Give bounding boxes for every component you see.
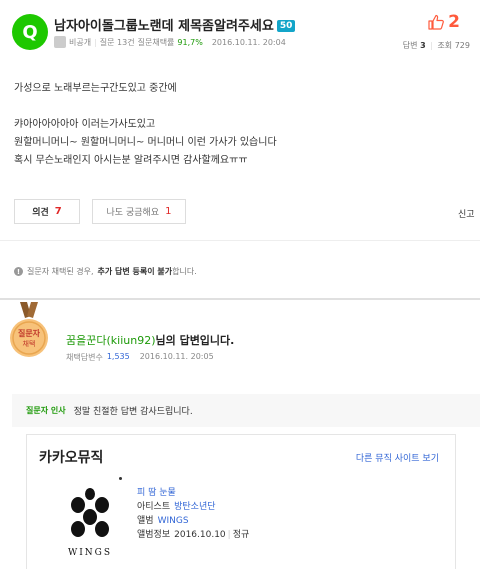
- body-line: 캬아아아아아아 이러는가사도있고: [14, 119, 156, 130]
- views-count: 729: [454, 41, 470, 50]
- album-info-label: 앨범정보: [137, 530, 171, 540]
- adopted-count-label: 채택답변수: [66, 353, 103, 362]
- body-line: [14, 98, 277, 116]
- question-count: 질문 13건: [99, 37, 135, 47]
- bullet: [119, 477, 122, 480]
- body-line: 혹시 무슨노래인지 아시는분 알려주시면 감사할께요ㅠㅠ: [14, 155, 248, 166]
- thumbs-up-icon: [428, 14, 445, 30]
- body-line: 가성으로 노래부르는구간도있고 중간에: [14, 83, 177, 94]
- medal-line2: 채택: [23, 339, 36, 348]
- opinion-label: 의견: [32, 208, 49, 218]
- answer-author-name[interactable]: 꿈을꾼다(kiiun92): [66, 334, 156, 347]
- track-info: 피 땀 눈물 아티스트 방탄소년단 앨범 WINGS 앨범정보 2016.10.10 |…: [137, 486, 249, 542]
- notice-bold: 추가 답변 등록이 불가: [97, 267, 173, 276]
- me-too-button[interactable]: 나도 궁금해요 1: [92, 199, 186, 224]
- points-badge: 50: [276, 20, 296, 32]
- other-music-site-link[interactable]: 다른 뮤직 사이트 보기: [356, 451, 439, 464]
- artist-link[interactable]: 방탄소년단: [174, 502, 215, 512]
- song-title[interactable]: 피 땀 눈물: [137, 488, 176, 498]
- question-actions: 의견 7 나도 궁금해요 1: [14, 199, 186, 224]
- info-icon: !: [14, 267, 23, 276]
- adoption-label: 질문채택률: [137, 37, 175, 47]
- album-cover[interactable]: WINGS: [57, 483, 123, 561]
- avatar: [54, 36, 66, 48]
- adopted-count: 1,535: [106, 352, 130, 361]
- answer-meta: 채택답변수 1,535 2016.10.11. 20:05: [66, 352, 214, 363]
- answers-count: 3: [420, 41, 426, 50]
- asker-thanks: 질문자 인사 정말 친절한 답변 감사드립니다.: [12, 394, 480, 427]
- question-title-text: 남자아이돌그룹노랜데 제목좀알려주세요: [54, 19, 274, 34]
- like-count: 2: [448, 12, 460, 32]
- adopted-medal-icon: 질문자 채택: [10, 302, 48, 357]
- like-button[interactable]: 2: [428, 12, 460, 32]
- answer-section-divider: [0, 298, 480, 300]
- me-too-label: 나도 궁금해요: [106, 208, 160, 218]
- question-badge: Q: [12, 14, 48, 50]
- kakao-music-card: 카카오뮤직 다른 뮤직 사이트 보기 WINGS 피 땀 눈물 아티스트 방탄소년…: [26, 434, 456, 569]
- notice-prefix: 질문자 채택된 경우,: [27, 267, 94, 276]
- opinion-button[interactable]: 의견 7: [14, 199, 80, 224]
- question-meta: 비공개 | 질문 13건 질문채택률 91,7% 2016.10.11. 20:…: [54, 36, 286, 48]
- music-service-title: 카카오뮤직: [39, 450, 104, 466]
- answer-notice: ! 질문자 채택된 경우, 추가 답변 등록이 불가 합니다.: [14, 266, 197, 277]
- me-too-count: 1: [165, 206, 172, 217]
- stats-divider: |: [430, 41, 433, 50]
- views-label: 조회: [437, 41, 453, 50]
- question-date: 2016.10.11. 20:04: [211, 37, 286, 47]
- album-link[interactable]: WINGS: [158, 516, 189, 526]
- release-date: 2016.10.10: [174, 530, 226, 540]
- question-body: 가성으로 노래부르는구간도있고 중간에 캬아아아아아아 이러는가사도있고 원할머…: [14, 80, 277, 170]
- thanks-text: 정말 친절한 답변 감사드립니다.: [73, 407, 193, 417]
- album-cover-text: WINGS: [68, 548, 112, 558]
- album-label: 앨범: [137, 516, 154, 526]
- thanks-label: 질문자 인사: [26, 406, 66, 415]
- medal-line1: 질문자: [18, 328, 41, 338]
- answer-author-suffix: 님의 답변입니다.: [155, 334, 235, 347]
- divider: [0, 240, 480, 241]
- report-link[interactable]: 신고: [458, 207, 475, 220]
- notice-suffix: 합니다.: [172, 267, 197, 276]
- adoption-rate: 91,7%: [177, 37, 203, 47]
- question-author[interactable]: 비공개: [69, 37, 91, 48]
- answers-label: 답변: [402, 41, 418, 50]
- meta-divider: |: [94, 37, 97, 47]
- release-type: 정규: [232, 530, 250, 540]
- body-line: 원할머니머니~ 원할머니머니~ 머니머니 이런 가사가 있습니다: [14, 137, 277, 148]
- release-divider: |: [227, 530, 231, 540]
- question-stats: 답변 3 | 조회 729: [403, 40, 470, 51]
- question-title: 남자아이돌그룹노랜데 제목좀알려주세요 50: [54, 15, 296, 34]
- artist-label: 아티스트: [137, 502, 171, 512]
- answer-author: 꿈을꾼다(kiiun92)님의 답변입니다.: [66, 332, 234, 348]
- opinion-count: 7: [54, 206, 62, 217]
- answer-date: 2016.10.11. 20:05: [139, 352, 214, 361]
